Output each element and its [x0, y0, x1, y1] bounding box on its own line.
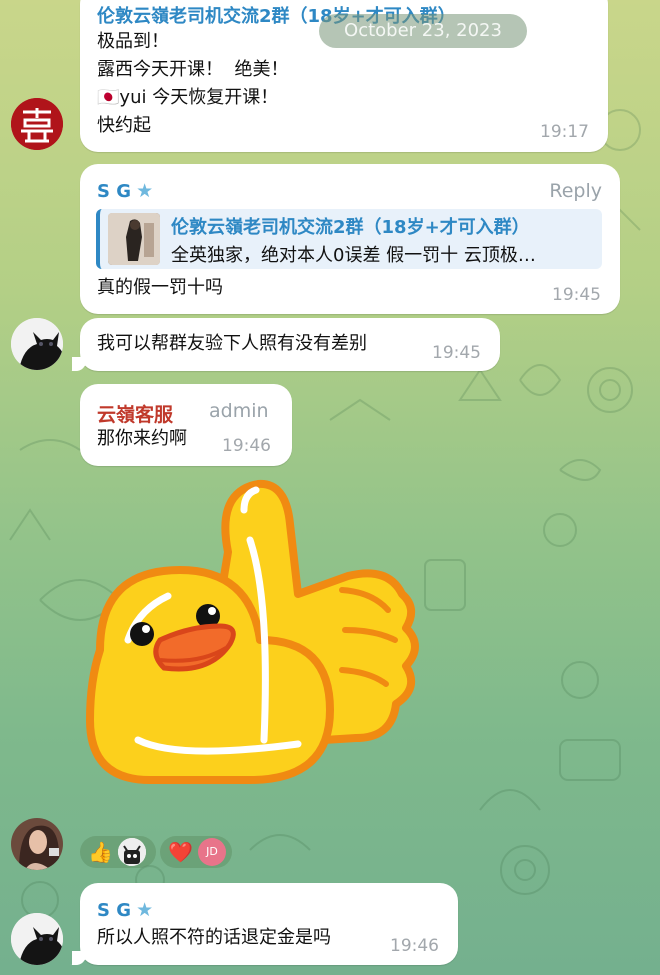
message-bubble-3[interactable]: 我可以帮群友验下人照有没有差别 19:45: [72, 318, 500, 371]
message-time: 19:17: [540, 122, 589, 142]
message-line: 快约起: [97, 115, 151, 136]
message-line-text: yui 今天恢复开课！: [119, 87, 279, 108]
message-sender[interactable]: S G ★: [97, 899, 153, 921]
message-text: 那你来约啊: [97, 428, 187, 449]
reaction-heart[interactable]: ❤️ JD: [160, 836, 232, 868]
star-icon: ★: [136, 899, 154, 921]
reactor-initials: JD: [206, 845, 218, 858]
heart-emoji: ❤️: [168, 840, 193, 864]
reactor-avatar-robot: [118, 838, 146, 866]
japan-flag-icon: 🇯🇵: [97, 87, 120, 108]
date-separator: October 23, 2023: [319, 14, 527, 48]
reaction-thumbs-up[interactable]: 👍: [80, 836, 156, 868]
robot-icon: [118, 838, 146, 866]
user-avatar[interactable]: [11, 318, 63, 370]
black-cat-icon: [11, 913, 63, 965]
reply-quote[interactable]: 伦敦云嶺老司机交流2群（18岁+才可入群） 全英独家，绝对本人0误差 假一罚十 …: [96, 209, 602, 269]
message-time: 19:45: [552, 285, 601, 305]
message-bubble-6[interactable]: S G ★ 所以人照不符的话退定金是吗 19:46: [72, 883, 458, 965]
photo-icon: [108, 213, 160, 265]
message-time: 19:45: [432, 343, 481, 363]
sender-name[interactable]: S G: [97, 900, 131, 921]
woman-photo-icon: [11, 818, 63, 870]
message-text: 真的假一罚十吗: [97, 277, 223, 298]
message-line: 极品到！: [97, 31, 169, 52]
admin-badge: admin: [209, 400, 269, 422]
message-sender[interactable]: 云嶺客服: [97, 400, 173, 427]
black-cat-icon: [11, 318, 63, 370]
quote-thumbnail: [108, 213, 160, 265]
message-time: 19:46: [222, 436, 271, 456]
reply-button[interactable]: Reply: [549, 180, 602, 202]
message-text: 所以人照不符的话退定金是吗: [97, 927, 331, 948]
message-text: 我可以帮群友验下人照有没有差别: [97, 333, 367, 354]
channel-avatar[interactable]: [11, 98, 63, 150]
message-time: 19:46: [390, 936, 439, 956]
cloud-logo-icon: [11, 98, 63, 150]
message-line: 露西今天开课！ 绝美！: [97, 59, 289, 80]
sender-name[interactable]: S G: [97, 181, 131, 202]
message-sender[interactable]: S G ★: [97, 180, 153, 202]
message-bubble-4[interactable]: 云嶺客服 admin 那你来约啊 19:46: [80, 384, 292, 466]
user-avatar[interactable]: [11, 913, 63, 965]
duck-thumbs-up-sticker[interactable]: [80, 470, 440, 810]
user-avatar[interactable]: [11, 818, 63, 870]
reactor-avatar-jd: JD: [198, 838, 226, 866]
message-text: 极品到！ 露西今天开课！ 绝美！ 🇯🇵yui 今天恢复开课！ 快约起: [97, 28, 288, 140]
quote-title: 伦敦云嶺老司机交流2群（18岁+才可入群）: [171, 217, 530, 238]
quote-text: 全英独家，绝对本人0误差 假一罚十 云顶极…: [171, 245, 536, 266]
message-line: 🇯🇵yui 今天恢复开课！: [97, 84, 288, 112]
thumbs-up-emoji: 👍: [88, 840, 113, 864]
star-icon: ★: [136, 180, 154, 202]
